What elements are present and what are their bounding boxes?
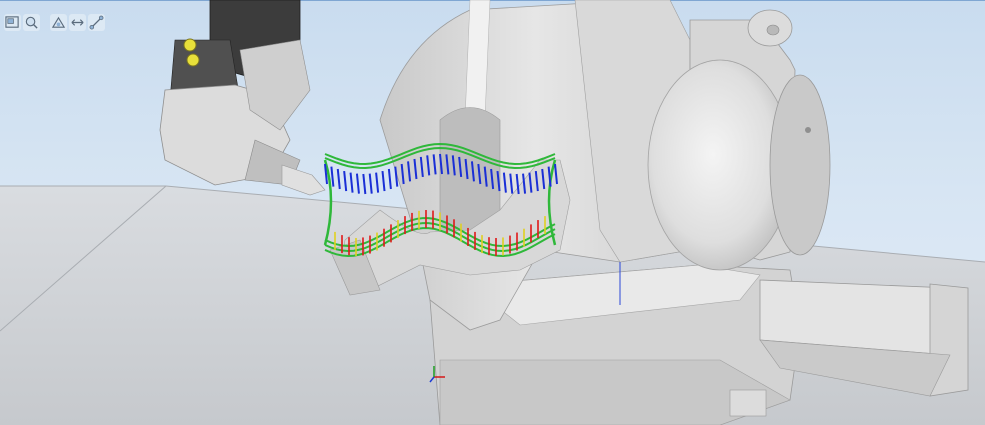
measure-button[interactable] bbox=[88, 14, 105, 31]
pan-view-button[interactable] bbox=[69, 14, 86, 31]
measure-icon bbox=[89, 15, 104, 30]
view-angle-button[interactable] bbox=[50, 14, 67, 31]
view-angle-icon bbox=[51, 16, 66, 28]
zoom-window-button[interactable] bbox=[4, 14, 21, 31]
zoom-to-selection-icon bbox=[25, 16, 38, 29]
zoom-window-icon bbox=[5, 16, 19, 28]
robot-station-scene[interactable] bbox=[0, 0, 985, 425]
pan-view-icon bbox=[71, 19, 84, 26]
3d-viewport[interactable] bbox=[0, 0, 985, 425]
spindle-tool-head[interactable] bbox=[159, 0, 326, 196]
zoom-to-selection-button[interactable] bbox=[23, 14, 40, 31]
view-toolbar bbox=[4, 14, 105, 31]
